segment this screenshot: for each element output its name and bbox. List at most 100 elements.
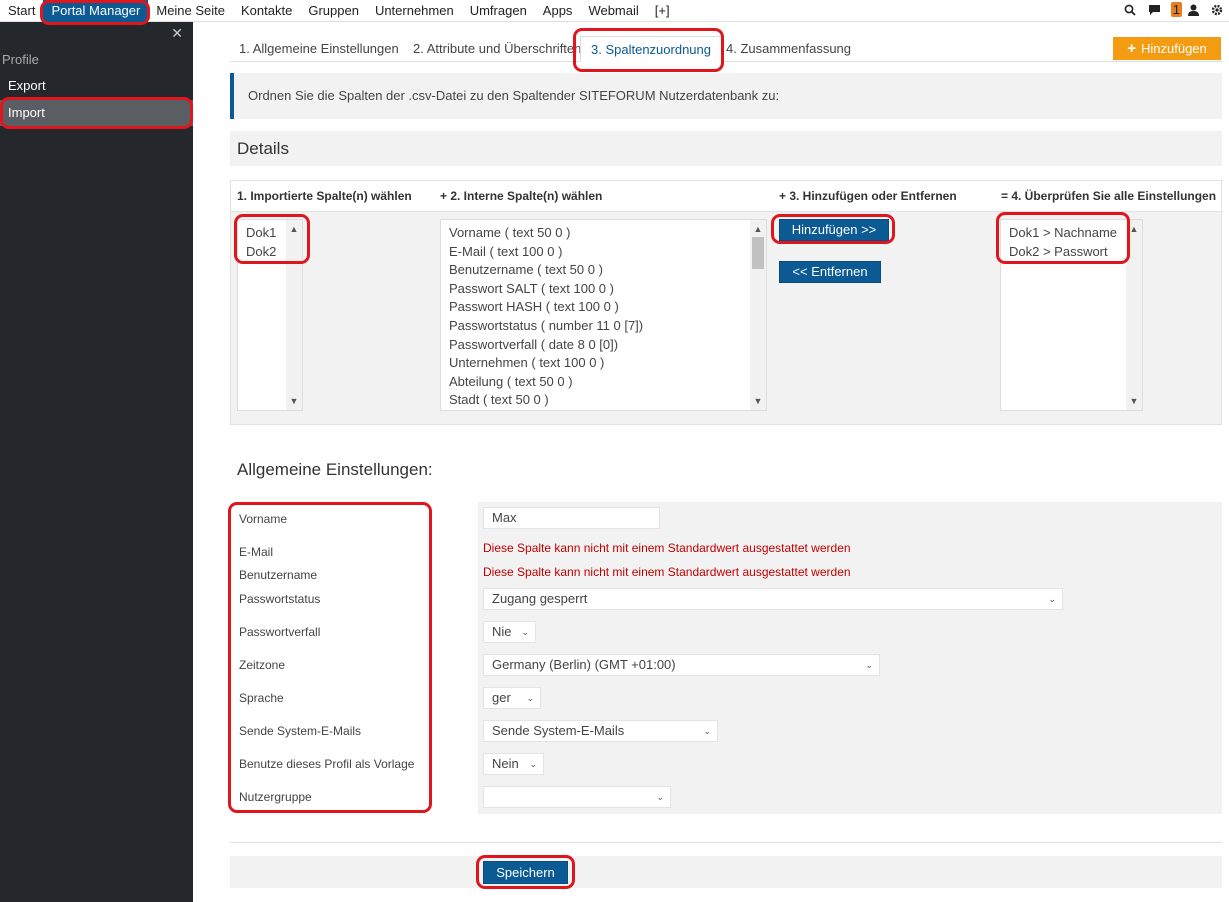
list-item[interactable]: Dok1 > Nachname bbox=[1001, 224, 1142, 243]
zeitzone-value: Germany (Berlin) (GMT +01:00) bbox=[492, 657, 676, 672]
divider bbox=[230, 842, 1222, 843]
nav-webmail[interactable]: Webmail bbox=[580, 0, 646, 22]
list-item[interactable]: Dok2 > Passwort bbox=[1001, 243, 1142, 262]
settings-gear-icon[interactable] bbox=[1211, 4, 1223, 19]
list-item[interactable]: Passwortstatus ( number 11 0 [7]) bbox=[441, 317, 766, 336]
topbar-icons: 1 bbox=[1124, 0, 1223, 22]
list-item[interactable]: Abteilung ( text 50 0 ) bbox=[441, 373, 766, 392]
label-sende-system-emails: Sende System-E-Mails bbox=[239, 724, 362, 738]
col-head-add-remove: + 3. Hinzufügen oder Entfernen bbox=[779, 189, 957, 203]
scrollbar[interactable]: ▲ ▼ bbox=[750, 220, 766, 410]
chevron-down-icon: ⌄ bbox=[521, 627, 529, 637]
nav-apps[interactable]: Apps bbox=[535, 0, 581, 22]
scroll-down-icon[interactable]: ▼ bbox=[750, 394, 766, 408]
add-button-label: Hinzufügen bbox=[1140, 41, 1207, 56]
scrollbar[interactable]: ▲ ▼ bbox=[286, 220, 302, 410]
label-sprache: Sprache bbox=[239, 691, 284, 705]
nav-unternehmen[interactable]: Unternehmen bbox=[367, 0, 462, 22]
nav-kontakte[interactable]: Kontakte bbox=[233, 0, 300, 22]
scroll-down-icon[interactable]: ▼ bbox=[1126, 394, 1142, 408]
close-icon[interactable]: ✕ bbox=[171, 25, 183, 42]
list-item[interactable]: Vorname ( text 50 0 ) bbox=[441, 224, 766, 243]
sidebar-heading: Profile bbox=[2, 52, 39, 67]
label-email: E-Mail bbox=[239, 545, 274, 559]
details-header-row: 1. Importierte Spalte(n) wählen + 2. Int… bbox=[231, 181, 1221, 212]
list-item[interactable]: E-Mail ( text 100 0 ) bbox=[441, 243, 766, 262]
scroll-down-icon[interactable]: ▼ bbox=[286, 394, 302, 408]
label-zeitzone: Zeitzone bbox=[239, 658, 286, 672]
sende-system-emails-select[interactable]: Sende System-E-Mails ⌄ bbox=[483, 720, 718, 742]
list-item[interactable]: Stadt ( text 50 0 ) bbox=[441, 391, 766, 410]
col-head-imported: 1. Importierte Spalte(n) wählen bbox=[237, 189, 412, 203]
sende-system-emails-value: Sende System-E-Mails bbox=[492, 723, 625, 738]
sidebar-item-import[interactable]: Import bbox=[0, 100, 193, 126]
vorlage-value: Nein bbox=[492, 756, 519, 771]
sidebar-item-export[interactable]: Export bbox=[0, 73, 193, 99]
col-head-internal: + 2. Interne Spalte(n) wählen bbox=[440, 189, 603, 203]
chevron-down-icon: ⌄ bbox=[529, 759, 537, 769]
mappings-list[interactable]: Dok1 > Nachname Dok2 > Passwort ▲ ▼ bbox=[1000, 219, 1143, 411]
add-mapping-button[interactable]: Hinzufügen >> bbox=[779, 219, 889, 241]
sidebar: ✕ Profile Export Import bbox=[0, 22, 193, 902]
tab-allgemeine-einstellungen[interactable]: 1. Allgemeine Einstellungen bbox=[239, 36, 399, 62]
list-item[interactable]: Passwort SALT ( text 100 0 ) bbox=[441, 280, 766, 299]
nav-gruppen[interactable]: Gruppen bbox=[300, 0, 367, 22]
list-item[interactable]: Passwort HASH ( text 100 0 ) bbox=[441, 298, 766, 317]
save-button[interactable]: Speichern bbox=[483, 861, 568, 884]
sprache-select[interactable]: ger ⌄ bbox=[483, 687, 541, 709]
benutzername-error-text: Diese Spalte kann nicht mit einem Standa… bbox=[483, 565, 851, 579]
imported-columns-list[interactable]: Dok1 Dok2 ▲ ▼ bbox=[237, 219, 303, 411]
nav-portal-manager[interactable]: Portal Manager bbox=[43, 0, 149, 22]
internal-columns-list[interactable]: Vorname ( text 50 0 ) E-Mail ( text 100 … bbox=[440, 219, 767, 411]
scrollbar-thumb[interactable] bbox=[752, 237, 764, 269]
passwortstatus-select[interactable]: Zugang gesperrt ⌄ bbox=[483, 588, 1063, 610]
nav-more[interactable]: [+] bbox=[647, 0, 678, 22]
scroll-up-icon[interactable]: ▲ bbox=[750, 222, 766, 236]
sprache-value: ger bbox=[492, 690, 511, 705]
label-passwortstatus: Passwortstatus bbox=[239, 592, 321, 606]
passwortverfall-select[interactable]: Nie ⌄ bbox=[483, 621, 536, 643]
col-head-review: = 4. Überprüfen Sie alle Einstellungen bbox=[1001, 189, 1217, 203]
nav-umfragen[interactable]: Umfragen bbox=[462, 0, 535, 22]
chevron-down-icon: ⌄ bbox=[1048, 594, 1056, 604]
save-bar bbox=[230, 856, 1222, 888]
passwortverfall-value: Nie bbox=[492, 624, 512, 639]
nutzergruppe-select[interactable]: ⌄ bbox=[483, 786, 671, 808]
nav-meine-seite[interactable]: Meine Seite bbox=[148, 0, 233, 22]
label-vorname: Vorname bbox=[239, 512, 288, 526]
vorlage-select[interactable]: Nein ⌄ bbox=[483, 753, 544, 775]
list-item[interactable]: Unternehmen ( text 100 0 ) bbox=[441, 354, 766, 373]
email-error-text: Diese Spalte kann nicht mit einem Standa… bbox=[483, 541, 851, 555]
wizard-tabs: 1. Allgemeine Einstellungen 2. Attribute… bbox=[230, 36, 1222, 62]
chevron-down-icon: ⌄ bbox=[865, 660, 873, 670]
details-title: Details bbox=[230, 131, 1222, 166]
messages-badge: 1 bbox=[1170, 1, 1182, 17]
passwortstatus-value: Zugang gesperrt bbox=[492, 591, 588, 606]
list-item[interactable]: Passwortverfall ( date 8 0 [0]) bbox=[441, 336, 766, 355]
vorname-input[interactable]: Max bbox=[483, 507, 660, 529]
remove-mapping-button[interactable]: << Entfernen bbox=[779, 261, 881, 283]
chevron-down-icon: ⌄ bbox=[703, 726, 711, 736]
plus-icon: + bbox=[1127, 40, 1136, 57]
tab-zusammenfassung[interactable]: 4. Zusammenfassung bbox=[726, 36, 851, 62]
top-navigation: Start Portal Manager Meine Seite Kontakt… bbox=[0, 0, 1229, 22]
general-settings-title: Allgemeine Einstellungen: bbox=[237, 460, 433, 479]
user-icon[interactable] bbox=[1188, 4, 1199, 19]
scrollbar[interactable]: ▲ ▼ bbox=[1126, 220, 1142, 410]
scroll-up-icon[interactable]: ▲ bbox=[1126, 222, 1142, 236]
label-passwortverfall: Passwortverfall bbox=[239, 625, 321, 639]
label-nutzergruppe: Nutzergruppe bbox=[239, 790, 312, 804]
nav-start[interactable]: Start bbox=[0, 0, 43, 22]
search-icon[interactable] bbox=[1124, 4, 1136, 19]
tab-attribute[interactable]: 2. Attribute und Überschriften bbox=[413, 36, 581, 62]
messages-icon[interactable]: 1 bbox=[1148, 1, 1182, 19]
info-box: Ordnen Sie die Spalten der .csv-Datei zu… bbox=[230, 73, 1222, 119]
add-button[interactable]: + Hinzufügen bbox=[1113, 37, 1221, 60]
list-item[interactable]: Benutzername ( text 50 0 ) bbox=[441, 261, 766, 280]
chevron-down-icon: ⌄ bbox=[526, 693, 534, 703]
details-panel: 1. Importierte Spalte(n) wählen + 2. Int… bbox=[230, 180, 1222, 425]
scroll-up-icon[interactable]: ▲ bbox=[286, 222, 302, 236]
label-benutzername: Benutzername bbox=[239, 568, 318, 582]
tab-spaltenzuordnung[interactable]: 3. Spaltenzuordnung bbox=[580, 36, 722, 62]
zeitzone-select[interactable]: Germany (Berlin) (GMT +01:00) ⌄ bbox=[483, 654, 880, 676]
